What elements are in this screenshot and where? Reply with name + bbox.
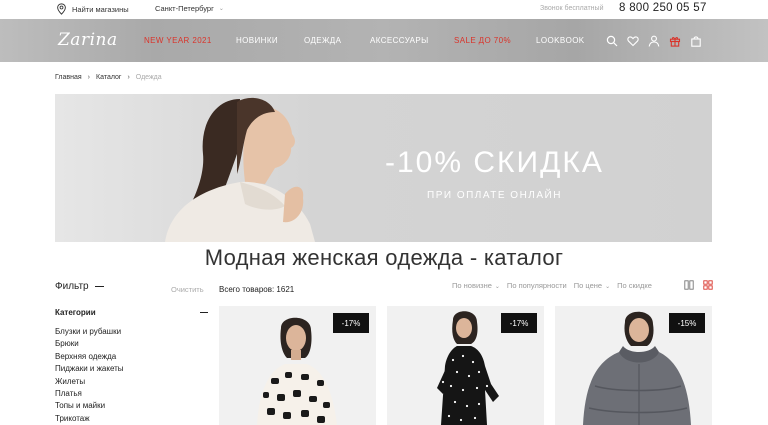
city-label: Санкт-Петербург: [155, 4, 214, 13]
location-pin-icon: [57, 3, 66, 15]
category-item[interactable]: Трикотаж: [55, 413, 124, 425]
breadcrumb-home[interactable]: Главная: [55, 74, 82, 81]
shopping-bag-icon[interactable]: [690, 35, 702, 47]
heart-icon[interactable]: [627, 35, 639, 47]
page-title: Модная женская одежда - каталог: [204, 245, 564, 270]
search-icon[interactable]: [606, 35, 618, 47]
free-call-label: Звонок бесплатный: [540, 5, 604, 12]
sort-by-popularity[interactable]: По популярности: [507, 281, 567, 290]
discount-badge: -17%: [501, 313, 537, 333]
find-stores-label: Найти магазины: [72, 4, 129, 14]
category-item[interactable]: Блузки и рубашки: [55, 326, 124, 338]
filter-title: Фильтр: [55, 281, 89, 292]
main-navigation: Zarina NEW YEAR 2021 НОВИНКИ ОДЕЖДА АКСЕ…: [0, 19, 768, 62]
category-item[interactable]: Платья: [55, 388, 124, 400]
banner-subline: ПРИ ОПЛАТЕ ОНЛАЙН: [427, 190, 562, 201]
collapse-icon: [94, 286, 104, 287]
breadcrumb-current: Одежда: [135, 74, 162, 81]
banner-headline: -10% СКИДКА: [385, 146, 604, 179]
chevron-down-icon: ⌄: [218, 6, 224, 12]
nav-item-lookbook[interactable]: LOOKBOOK: [536, 36, 585, 45]
promo-banner[interactable]: -10% СКИДКА ПРИ ОПЛАТЕ ОНЛАЙН: [55, 94, 712, 242]
gift-icon[interactable]: [669, 35, 681, 47]
categories-collapse-icon[interactable]: [200, 312, 208, 313]
product-card[interactable]: -15%: [555, 306, 712, 425]
header-icons: [606, 35, 702, 47]
breadcrumb: Главная › Каталог › Одежда: [55, 74, 162, 81]
sort-by-discount[interactable]: По скидке: [617, 281, 652, 290]
sort-label: По популярности: [506, 281, 567, 290]
nav-item-clothing[interactable]: ОДЕЖДА: [304, 36, 341, 45]
sort-by-newest[interactable]: По новизне ⌄: [452, 281, 500, 290]
sort-label: По новизне: [452, 281, 492, 290]
chevron-right-icon: ›: [87, 74, 90, 81]
clear-filters-link[interactable]: Очистить: [171, 285, 204, 294]
grid-view-icon[interactable]: [703, 280, 713, 290]
sort-by-price[interactable]: По цене ⌄: [574, 281, 610, 290]
category-item[interactable]: Брюки: [55, 338, 124, 350]
discount-badge: -15%: [669, 313, 705, 333]
nav-item-accessories[interactable]: АКСЕССУАРЫ: [370, 36, 429, 45]
category-item[interactable]: Жилеты: [55, 376, 124, 388]
category-list: Блузки и рубашки Брюки Верхняя одежда Пи…: [55, 326, 124, 425]
category-item[interactable]: Топы и майки: [55, 400, 124, 412]
nav-item-sale[interactable]: SALE ДО 70%: [454, 36, 511, 45]
chevron-down-icon: ⌄: [605, 284, 611, 290]
two-column-view-icon[interactable]: [684, 280, 694, 290]
total-products: Всего товаров: 1621: [219, 285, 295, 294]
chevron-down-icon: ⌄: [494, 284, 500, 290]
city-selector[interactable]: Санкт-Петербург ⌄: [155, 4, 224, 13]
model-photo: [165, 97, 315, 242]
nav-item-new-year[interactable]: NEW YEAR 2021: [144, 36, 212, 45]
category-item[interactable]: Пиджаки и жакеты: [55, 363, 124, 375]
product-card[interactable]: -17%: [219, 306, 376, 425]
find-stores-link[interactable]: Найти магазины: [56, 3, 129, 15]
product-card[interactable]: -17%: [387, 306, 544, 425]
discount-badge: -17%: [333, 313, 369, 333]
sort-label: По скидке: [617, 281, 652, 290]
chevron-right-icon: ›: [127, 74, 130, 81]
nav-item-new[interactable]: НОВИНКИ: [236, 36, 278, 45]
filter-toggle[interactable]: Фильтр: [55, 281, 104, 292]
phone-number[interactable]: 8 800 250 05 57: [619, 2, 707, 14]
categories-heading[interactable]: Категории: [55, 308, 96, 317]
top-utility-bar: Найти магазины Санкт-Петербург ⌄ Звонок …: [0, 0, 768, 19]
user-icon[interactable]: [648, 35, 660, 47]
view-toggle: [684, 280, 713, 290]
breadcrumb-catalog[interactable]: Каталог: [96, 74, 121, 81]
category-item[interactable]: Верхняя одежда: [55, 351, 124, 363]
sort-label: По цене: [573, 281, 603, 290]
sort-options: По новизне ⌄ По популярности По цене ⌄ По …: [452, 281, 652, 290]
